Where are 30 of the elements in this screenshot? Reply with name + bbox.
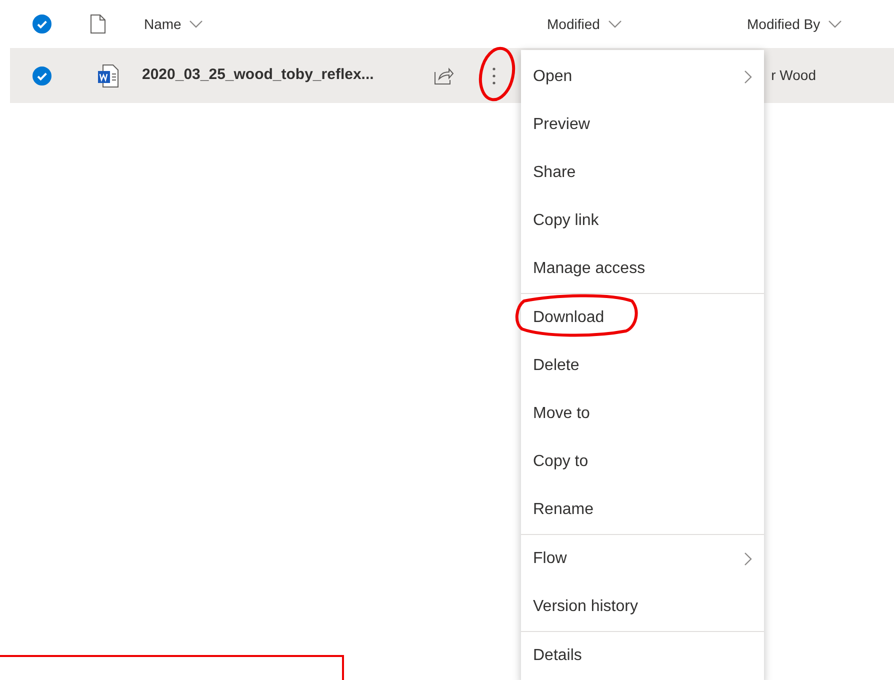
word-document-icon — [97, 64, 119, 88]
menu-item[interactable]: Version history — [521, 583, 764, 631]
checked-circle-icon[interactable] — [32, 66, 52, 86]
menu-item[interactable]: Rename — [521, 486, 764, 534]
share-icon[interactable] — [434, 66, 454, 84]
menu-item[interactable]: Download — [521, 294, 764, 342]
file-name[interactable]: 2020_03_25_wood_toby_reflex... — [142, 64, 434, 87]
menu-item[interactable]: Details — [521, 632, 764, 680]
checked-circle-icon[interactable] — [32, 14, 52, 34]
menu-item[interactable]: Move to — [521, 390, 764, 438]
menu-item[interactable]: Open — [521, 53, 764, 101]
file-icon — [90, 14, 106, 34]
column-header[interactable]: Name — [144, 14, 547, 34]
menu-item[interactable]: Preview — [521, 101, 764, 149]
menu-item[interactable]: Share — [521, 149, 764, 197]
menu-item[interactable]: Copy link — [521, 197, 764, 245]
chevron-down-icon — [189, 20, 204, 28]
chevron-down-icon — [828, 20, 842, 28]
chevron-right-icon — [744, 552, 752, 566]
chevron-down-icon — [608, 20, 622, 28]
menu-item[interactable]: Flow — [521, 535, 764, 583]
column-header[interactable]: Modified — [547, 14, 747, 34]
modified-by-text: r Wood — [771, 66, 816, 85]
menu-item[interactable]: Delete — [521, 342, 764, 390]
column-header[interactable]: Modified By — [747, 14, 842, 34]
hand-drawn-circle-annotation — [477, 44, 517, 104]
menu-item[interactable]: Copy to — [521, 438, 764, 486]
more-options-icon[interactable] — [492, 66, 496, 84]
menu-item[interactable]: Manage access — [521, 245, 764, 293]
chevron-right-icon — [744, 70, 752, 84]
